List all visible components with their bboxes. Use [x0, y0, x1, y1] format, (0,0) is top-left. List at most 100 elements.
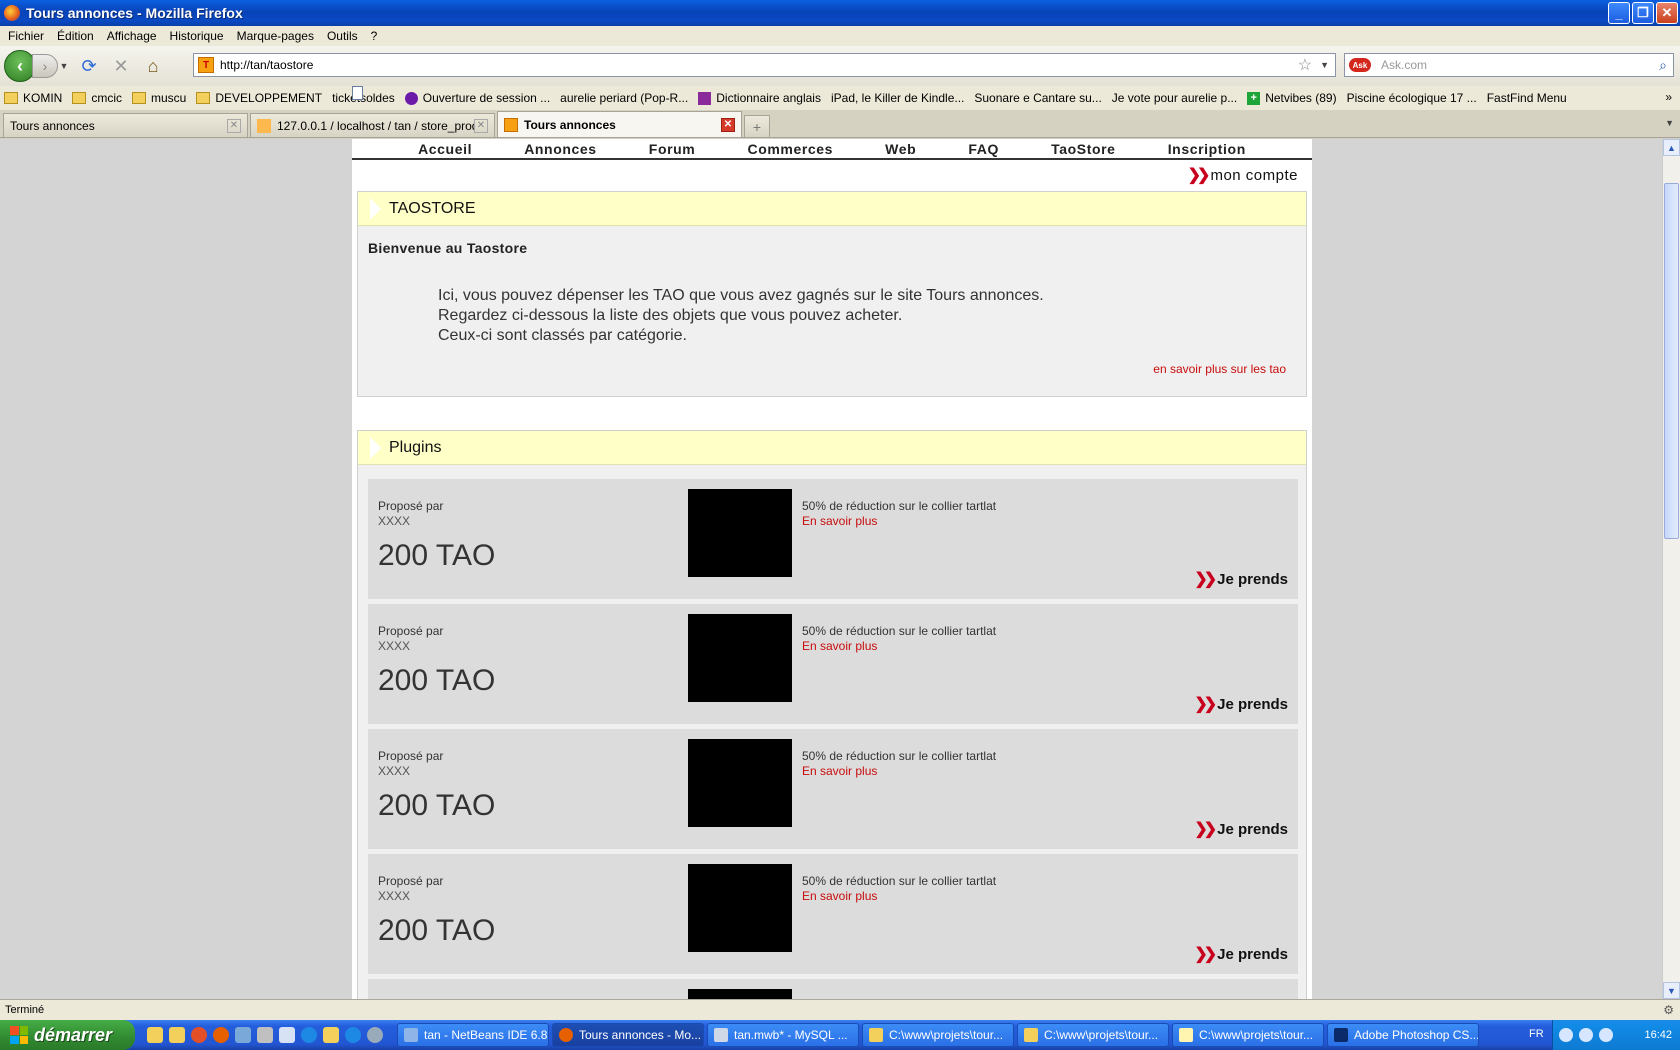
- tab-close-icon[interactable]: ✕: [721, 117, 735, 132]
- bookmark-item[interactable]: FastFind Menu: [352, 86, 1567, 105]
- scroll-up-icon[interactable]: ▲: [1663, 139, 1680, 156]
- maximize-button[interactable]: ❐: [1632, 2, 1654, 24]
- tab-close-icon[interactable]: ✕: [474, 118, 488, 133]
- task-notepad[interactable]: C:\www\projets\tour...: [1172, 1023, 1324, 1047]
- minimize-button[interactable]: _: [1608, 2, 1630, 24]
- stop-icon[interactable]: ✕: [108, 53, 134, 79]
- ie-icon[interactable]: [301, 1027, 317, 1043]
- scrollbar-thumb[interactable]: [1664, 183, 1679, 539]
- task-explorer[interactable]: C:\www\projets\tour...: [862, 1023, 1014, 1047]
- take-button[interactable]: ❯❯ Je prends: [1194, 694, 1288, 714]
- scroll-down-icon[interactable]: ▼: [1663, 982, 1680, 999]
- bookmark-item[interactable]: DEVELOPPEMENT: [196, 91, 322, 105]
- tray-icon[interactable]: [1579, 1028, 1593, 1042]
- tab-tours-annonces[interactable]: Tours annonces ✕: [3, 113, 367, 137]
- nav-taostore[interactable]: TaoStore: [1051, 141, 1115, 157]
- header-arrow-icon: [370, 197, 381, 220]
- menu-outils[interactable]: Outils: [322, 29, 366, 43]
- user-icon[interactable]: [235, 1027, 251, 1043]
- bookmark-item[interactable]: KOMIN: [4, 91, 62, 105]
- bookmark-item[interactable]: Dictionnaire anglais: [698, 91, 821, 105]
- forward-button[interactable]: ›: [32, 54, 58, 78]
- ie-icon[interactable]: [345, 1027, 361, 1043]
- task-mysql-workbench[interactable]: tan.mwb* - MySQL ...: [707, 1023, 859, 1047]
- bookmark-item[interactable]: + Netvibes (89): [1247, 91, 1337, 105]
- search-icon[interactable]: ⌕: [1659, 57, 1667, 74]
- bookmark-item[interactable]: Je vote pour aurelie p...: [352, 86, 1237, 105]
- bookmark-star-icon[interactable]: ☆: [1298, 55, 1312, 75]
- tool-icon[interactable]: [257, 1027, 273, 1043]
- quick-launch: [147, 1027, 383, 1043]
- bookmark-item[interactable]: Ouverture de session ...: [404, 91, 550, 105]
- search-bar[interactable]: Ask Ask.com ⌕: [1344, 53, 1674, 77]
- shield-icon[interactable]: [1599, 1028, 1613, 1042]
- url-input[interactable]: http://tan/taostore: [220, 58, 1298, 72]
- nav-commerces[interactable]: Commerces: [747, 141, 833, 157]
- bookmark-item[interactable]: aurelie periard (Pop-R...: [352, 86, 688, 105]
- reload-icon[interactable]: ⟳: [76, 53, 102, 79]
- home-icon[interactable]: ⌂: [140, 53, 166, 79]
- menu-marque-pages[interactable]: Marque-pages: [232, 29, 322, 43]
- task-explorer[interactable]: C:\www\projets\tour...: [1017, 1023, 1169, 1047]
- task-netbeans[interactable]: tan - NetBeans IDE 6.8: [397, 1023, 549, 1047]
- history-dropdown[interactable]: ▼: [58, 61, 70, 71]
- more-about-tao-link[interactable]: en savoir plus sur les tao: [1153, 362, 1286, 376]
- tray-icon[interactable]: [1559, 1028, 1573, 1042]
- take-button[interactable]: ❯❯ Je prends: [1194, 944, 1288, 964]
- learn-more-link[interactable]: En savoir plus: [802, 889, 877, 903]
- bookmark-item[interactable]: iPad, le Killer de Kindle...: [352, 86, 964, 105]
- close-button[interactable]: ✕: [1656, 2, 1678, 24]
- menu-help[interactable]: ?: [366, 29, 386, 43]
- globe-icon[interactable]: [367, 1027, 383, 1043]
- search-input[interactable]: Ask.com: [1381, 58, 1659, 72]
- ask-engine-icon[interactable]: Ask: [1349, 58, 1371, 72]
- folder-icon[interactable]: [147, 1027, 163, 1043]
- app-icon[interactable]: [279, 1027, 295, 1043]
- item-price: 200 TAO: [378, 789, 496, 822]
- take-button[interactable]: ❯❯ Je prends: [1194, 819, 1288, 839]
- netvibes-icon: +: [1247, 91, 1261, 105]
- firefox-window: Tours annonces - Mozilla Firefox _ ❐ ✕ F…: [0, 0, 1680, 1050]
- tab-phpmyadmin[interactable]: 127.0.0.1 / localhost / tan / store_prod…: [250, 113, 495, 137]
- language-indicator[interactable]: FR: [1529, 1028, 1544, 1040]
- phpmyadmin-icon: [257, 118, 271, 133]
- menu-fichier[interactable]: Fichier: [3, 29, 52, 43]
- forward-arrow-icon: ›: [42, 58, 48, 74]
- nav-annonces[interactable]: Annonces: [524, 141, 596, 157]
- url-bar[interactable]: T http://tan/taostore ☆ ▼: [193, 53, 1336, 77]
- nav-forum[interactable]: Forum: [649, 141, 696, 157]
- bookmarks-overflow-icon[interactable]: »: [1665, 90, 1672, 104]
- tab-list-icon[interactable]: ▼: [1665, 118, 1674, 128]
- bookmark-item[interactable]: Piscine écologique 17 ...: [352, 86, 1477, 105]
- folder-icon[interactable]: [323, 1027, 339, 1043]
- task-firefox[interactable]: Tours annonces - Mo...: [552, 1023, 704, 1047]
- bookmark-item[interactable]: muscu: [132, 91, 186, 105]
- account-link[interactable]: ❯❯ mon compte: [1188, 165, 1298, 185]
- url-dropdown-icon[interactable]: ▼: [1320, 60, 1329, 70]
- chrome-icon[interactable]: [191, 1027, 207, 1043]
- menu-affichage[interactable]: Affichage: [102, 29, 165, 43]
- bookmark-item[interactable]: cmcic: [72, 91, 122, 105]
- vertical-scrollbar[interactable]: ▲ ▼: [1662, 139, 1680, 999]
- new-tab-button[interactable]: +: [744, 115, 770, 137]
- nav-inscription[interactable]: Inscription: [1168, 141, 1246, 157]
- start-button[interactable]: démarrer: [0, 1020, 135, 1050]
- tab-close-icon[interactable]: ✕: [227, 118, 241, 133]
- menu-edition[interactable]: Édition: [52, 29, 102, 43]
- bookmark-item[interactable]: ticketsoldes: [332, 86, 395, 105]
- nav-accueil[interactable]: Accueil: [418, 141, 472, 157]
- tab-tours-annonces-active[interactable]: Tours annonces ✕: [497, 111, 742, 137]
- learn-more-link[interactable]: En savoir plus: [802, 514, 877, 528]
- item-price: 200 TAO: [378, 914, 496, 947]
- folder-icon[interactable]: [169, 1027, 185, 1043]
- take-button[interactable]: ❯❯ Je prends: [1194, 569, 1288, 589]
- nav-web[interactable]: Web: [885, 141, 916, 157]
- bookmark-item[interactable]: Suonare e Cantare su...: [352, 86, 1102, 105]
- learn-more-link[interactable]: En savoir plus: [802, 764, 877, 778]
- task-photoshop[interactable]: Adobe Photoshop CS...: [1327, 1023, 1479, 1047]
- firefox-icon[interactable]: [213, 1027, 229, 1043]
- menu-historique[interactable]: Historique: [165, 29, 232, 43]
- double-chevron-icon: ❯❯: [1187, 167, 1211, 184]
- nav-faq[interactable]: FAQ: [968, 141, 999, 157]
- learn-more-link[interactable]: En savoir plus: [802, 639, 877, 653]
